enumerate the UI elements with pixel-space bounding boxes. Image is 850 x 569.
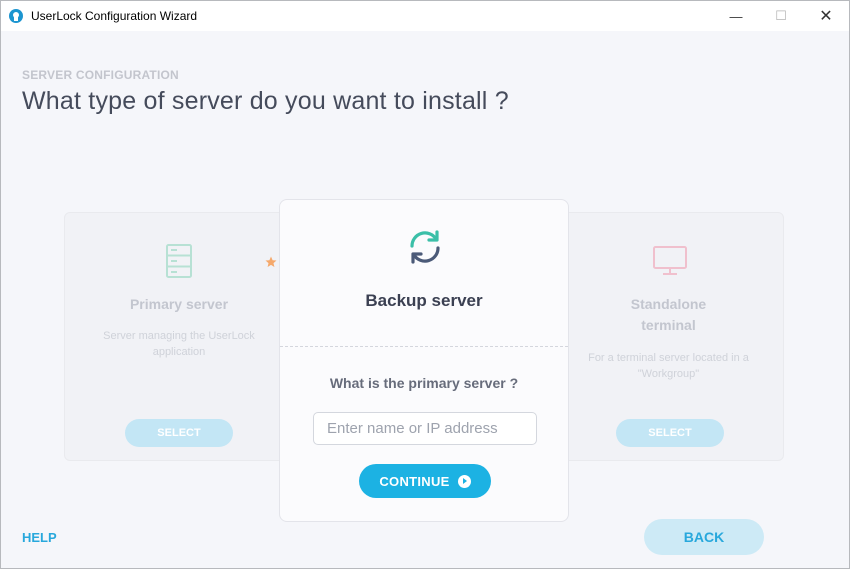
star-icon	[265, 256, 277, 267]
standalone-select-button[interactable]: SELECT	[616, 419, 724, 447]
arrow-right-circle-icon	[457, 474, 471, 488]
minimize-button[interactable]: —	[713, 1, 759, 31]
standalone-title-line2: terminal	[641, 317, 696, 333]
server-icon	[166, 244, 192, 278]
continue-label: CONTINUE	[379, 473, 450, 489]
primary-server-input[interactable]	[313, 412, 537, 445]
primary-select-button[interactable]: SELECT	[125, 419, 233, 447]
title-bar: UserLock Configuration Wizard — ☐ ✕	[1, 1, 849, 31]
page-title: What type of server do you want to insta…	[22, 87, 509, 115]
primary-server-card[interactable]: Primary server Server managing the UserL…	[64, 212, 294, 461]
maximize-button[interactable]: ☐	[758, 1, 804, 31]
standalone-description: For a terminal server located in a "Work…	[588, 352, 749, 380]
wizard-content: SERVER CONFIGURATION What type of server…	[1, 31, 849, 568]
window-title: UserLock Configuration Wizard	[31, 9, 198, 23]
back-button[interactable]: BACK	[644, 519, 764, 555]
help-link[interactable]: HELP	[22, 530, 57, 545]
standalone-terminal-card[interactable]: Standalone terminal For a terminal serve…	[553, 212, 784, 461]
sync-icon	[410, 230, 440, 264]
backup-server-card: Backup server What is the primary server…	[279, 199, 569, 522]
divider	[280, 346, 568, 347]
primary-server-description: Server managing the UserLock application	[103, 330, 255, 358]
section-label: SERVER CONFIGURATION	[22, 68, 179, 82]
continue-button[interactable]: CONTINUE	[359, 464, 491, 498]
backup-server-title: Backup server	[365, 291, 483, 310]
userlock-logo-icon	[9, 9, 23, 23]
close-button[interactable]: ✕	[803, 1, 849, 31]
primary-server-title: Primary server	[129, 296, 229, 312]
standalone-title-line1: Standalone	[630, 296, 707, 312]
monitor-icon	[653, 246, 687, 275]
wizard-window: UserLock Configuration Wizard — ☐ ✕ SERV…	[0, 0, 850, 569]
primary-server-question: What is the primary server ?	[329, 375, 519, 391]
